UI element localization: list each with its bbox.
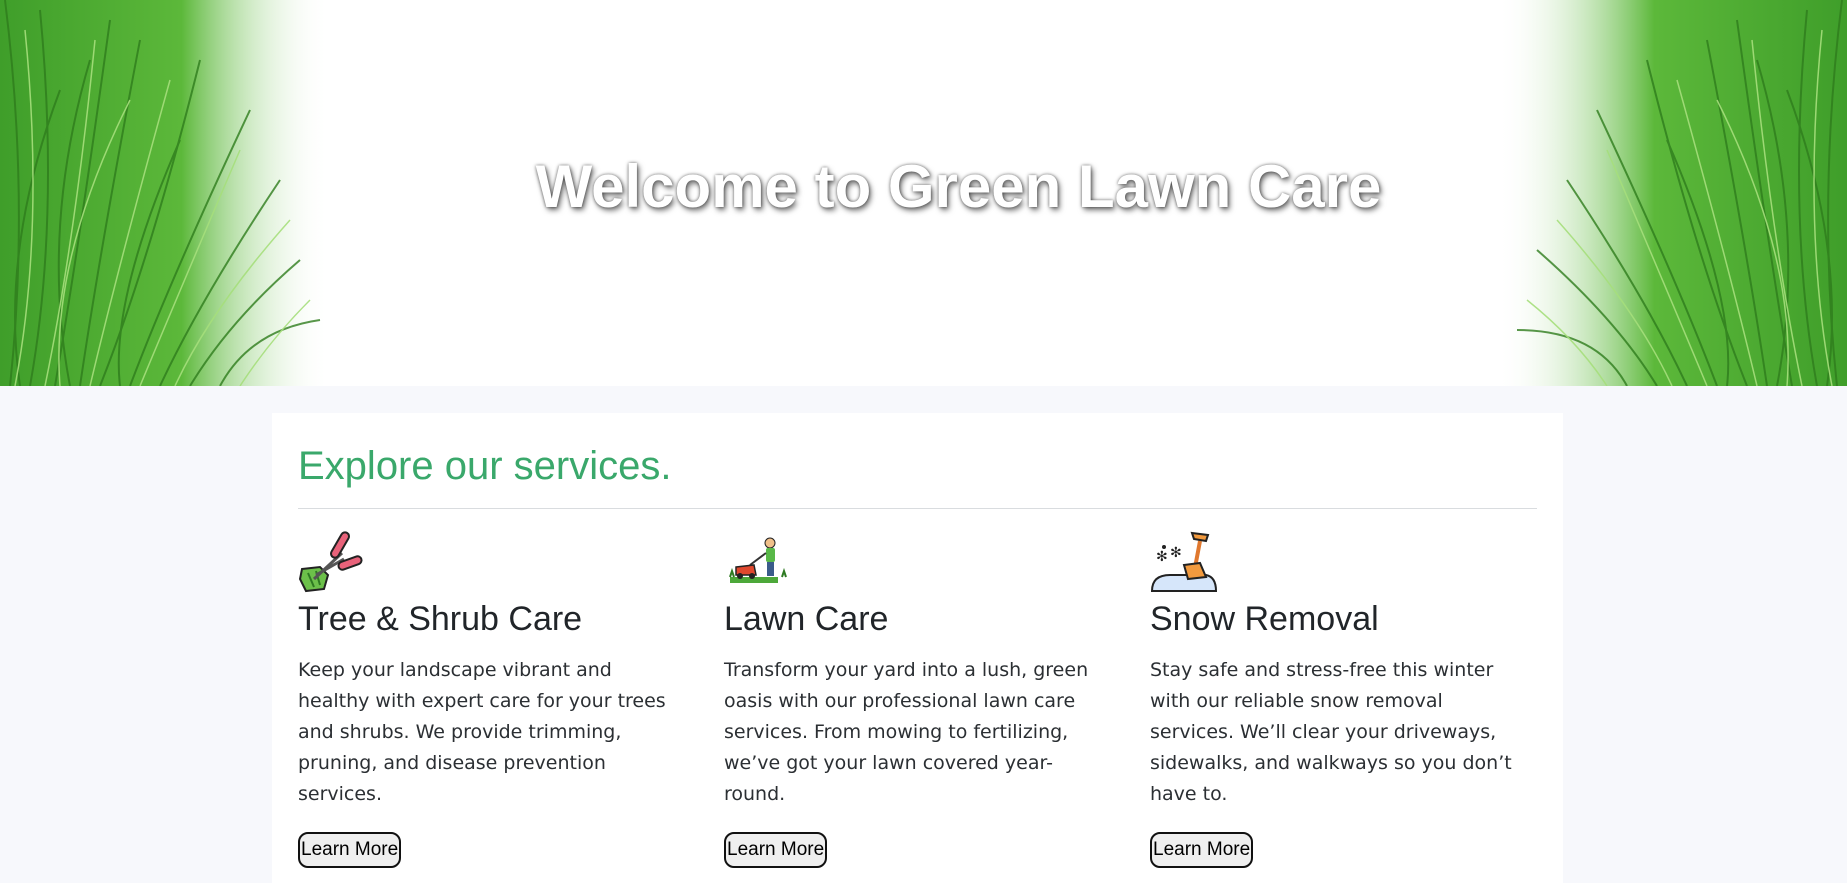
service-card-tree-shrub: Tree & Shrub Care Keep your landscape vi… bbox=[298, 529, 678, 868]
learn-more-button[interactable]: Learn More bbox=[1150, 832, 1254, 868]
card-description: Transform your yard into a lush, green o… bbox=[724, 659, 1089, 805]
svg-text:✻: ✻ bbox=[1156, 549, 1168, 565]
pruning-shears-icon bbox=[298, 531, 363, 593]
card-title: Lawn Care bbox=[724, 600, 889, 638]
card-title: Snow Removal bbox=[1150, 600, 1379, 638]
hero-title: Welcome to Green Lawn Care bbox=[535, 153, 1382, 220]
lawn-mower-icon bbox=[729, 537, 787, 583]
divider bbox=[298, 508, 1537, 509]
card-description: Keep your landscape vibrant and healthy … bbox=[298, 659, 666, 805]
service-card-snow-removal: ✻ ✻ Snow Removal Stay safe and stress-fr… bbox=[1150, 529, 1530, 868]
services-cards: Tree & Shrub Care Keep your landscape vi… bbox=[298, 529, 1537, 868]
services-heading: Explore our services. bbox=[298, 444, 672, 488]
svg-text:✻: ✻ bbox=[1170, 545, 1182, 561]
learn-more-button[interactable]: Learn More bbox=[298, 832, 402, 868]
service-card-lawn-care: Lawn Care Transform your yard into a lus… bbox=[724, 529, 1104, 868]
services-section: Explore our services. Tree & Shrub Care … bbox=[272, 413, 1563, 883]
card-title: Tree & Shrub Care bbox=[298, 600, 583, 638]
snow-shovel-icon: ✻ ✻ bbox=[1150, 531, 1218, 592]
learn-more-button[interactable]: Learn More bbox=[724, 832, 828, 868]
card-description: Stay safe and stress-free this winter wi… bbox=[1150, 659, 1512, 805]
hero-banner: Welcome to Green Lawn Care bbox=[0, 0, 1847, 386]
